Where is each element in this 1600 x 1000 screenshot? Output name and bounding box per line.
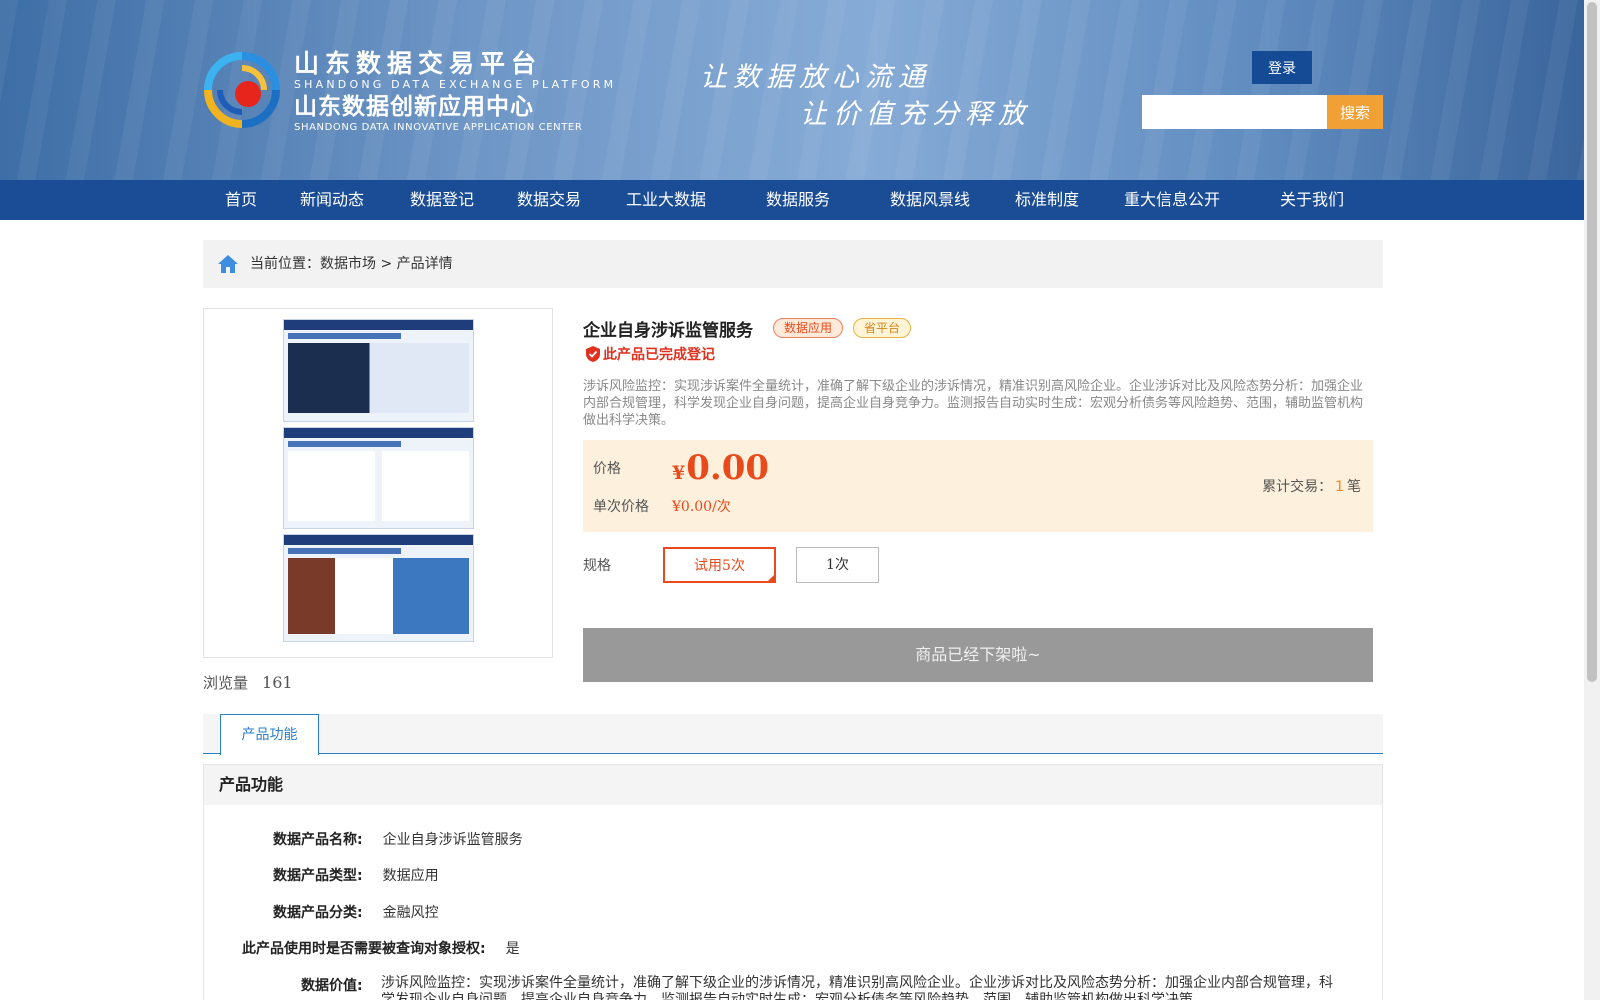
site-header: 山东数据交易平台 SHANDONG DATA EXCHANGE PLATFORM… bbox=[0, 0, 1584, 180]
page: { "header": { "brand_cn1": "山东数据交易平台", "… bbox=[0, 0, 1600, 1000]
brand-name-cn: 山东数据交易平台 bbox=[294, 49, 543, 78]
slogan-line-2: 让价值充分释放 bbox=[800, 99, 1031, 130]
platform-logo bbox=[204, 52, 280, 128]
product-title: 企业自身涉诉监管服务 bbox=[583, 321, 753, 341]
views-label: 浏览量 bbox=[203, 674, 249, 692]
nav-item-standards[interactable]: 标准制度 bbox=[1015, 180, 1079, 220]
total-trades-label: 累计交易： bbox=[1262, 479, 1333, 495]
page-scrollbar[interactable] bbox=[1584, 0, 1600, 1000]
unit-price-value: ¥0.00/次 bbox=[672, 499, 731, 515]
brand-name-en: SHANDONG DATA EXCHANGE PLATFORM bbox=[294, 78, 617, 91]
nav-item-home[interactable]: 首页 bbox=[225, 180, 257, 220]
registration-status: 此产品已完成登记 bbox=[586, 344, 715, 364]
slogan-line-1: 让数据放心流通 bbox=[700, 62, 931, 93]
preview-panel-1 bbox=[283, 319, 474, 422]
section-title: 产品功能 bbox=[204, 765, 1382, 805]
tab-product-features[interactable]: 产品功能 bbox=[220, 714, 319, 755]
spec-label: 规格 bbox=[583, 558, 611, 574]
nav-item-about[interactable]: 关于我们 bbox=[1280, 180, 1344, 220]
detail-key-authorization: 此产品使用时是否需要被查询对象授权: bbox=[242, 941, 486, 957]
registration-text: 此产品已完成登记 bbox=[603, 347, 715, 363]
product-features-section: 产品功能 数据产品名称: 企业自身涉诉监管服务 数据产品类型: 数据应用 数据产品分… bbox=[203, 764, 1383, 1000]
home-icon[interactable] bbox=[217, 254, 239, 274]
tag-data-application: 数据应用 bbox=[773, 318, 844, 338]
product-description: 涉诉风险监控：实现涉诉案件全量统计，准确了解下级企业的涉诉情况，精准识别高风险企… bbox=[583, 379, 1364, 428]
login-button[interactable]: 登录 bbox=[1252, 51, 1312, 84]
detail-row-authorization: 此产品使用时是否需要被查询对象授权: 是 bbox=[242, 938, 520, 958]
product-image[interactable] bbox=[203, 308, 553, 658]
price-amount: ¥0.00 bbox=[672, 448, 769, 488]
shield-check-icon bbox=[586, 346, 600, 362]
detail-value-authorization: 是 bbox=[505, 941, 520, 957]
breadcrumb: 当前位置：数据市场 > 产品详情 bbox=[203, 240, 1383, 288]
nav-item-news[interactable]: 新闻动态 bbox=[300, 180, 364, 220]
spec-option-single[interactable]: 1次 bbox=[796, 547, 879, 583]
total-trades-count: 1 bbox=[1335, 479, 1344, 495]
detail-value-type: 数据应用 bbox=[382, 868, 439, 884]
center-name-cn: 山东数据创新应用中心 bbox=[294, 94, 534, 120]
detail-value-text: 涉诉风险监控：实现涉诉案件全量统计，准确了解下级企业的涉诉情况，精准识别高风险企… bbox=[381, 975, 1333, 1000]
nav-item-data-services[interactable]: 数据服务 bbox=[766, 180, 830, 220]
breadcrumb-text: 当前位置：数据市场 > 产品详情 bbox=[250, 256, 453, 272]
preview-panel-2 bbox=[283, 427, 474, 529]
spec-option-trial[interactable]: 试用5次 bbox=[663, 547, 776, 583]
view-count: 浏览量 161 bbox=[203, 672, 293, 693]
detail-key-value: 数据价值: bbox=[301, 978, 363, 994]
brand-block: 山东数据交易平台 SHANDONG DATA EXCHANGE PLATFORM… bbox=[294, 50, 616, 134]
detail-key-category: 数据产品分类: bbox=[273, 905, 363, 921]
nav-item-industrial-data[interactable]: 工业大数据 bbox=[626, 180, 706, 220]
nav-item-data-scenery[interactable]: 数据风景线 bbox=[890, 180, 970, 220]
price-box: 价格 ¥0.00 单次价格 ¥0.00/次 累计交易： 1 笔 bbox=[583, 440, 1373, 532]
preview-panel-3 bbox=[283, 534, 474, 642]
price-label: 价格 bbox=[593, 461, 621, 477]
detail-row-type: 数据产品类型: 数据应用 bbox=[273, 865, 439, 885]
detail-value-name: 企业自身涉诉监管服务 bbox=[382, 832, 523, 848]
nav-item-disclosure[interactable]: 重大信息公开 bbox=[1124, 180, 1220, 220]
views-value: 161 bbox=[262, 673, 293, 692]
search-button[interactable]: 搜索 bbox=[1327, 95, 1383, 129]
scrollbar-thumb[interactable] bbox=[1587, 2, 1597, 682]
center-name-en: SHANDONG DATA INNOVATIVE APPLICATION CEN… bbox=[294, 122, 583, 133]
main-nav: 首页 新闻动态 数据登记 数据交易 工业大数据 数据服务 数据风景线 标准制度 … bbox=[0, 180, 1584, 220]
detail-row-name: 数据产品名称: 企业自身涉诉监管服务 bbox=[273, 829, 523, 849]
currency-symbol: ¥ bbox=[672, 462, 686, 484]
nav-item-registration[interactable]: 数据登记 bbox=[410, 180, 474, 220]
search-input[interactable] bbox=[1142, 95, 1327, 129]
price-value: 0.00 bbox=[686, 448, 770, 488]
nav-item-trading[interactable]: 数据交易 bbox=[517, 180, 581, 220]
detail-key-type: 数据产品类型: bbox=[273, 868, 363, 884]
detail-value-category: 金融风控 bbox=[382, 905, 439, 921]
detail-row-category: 数据产品分类: 金融风控 bbox=[273, 902, 439, 922]
off-shelf-button[interactable]: 商品已经下架啦~ bbox=[583, 628, 1373, 682]
unit-price-label: 单次价格 bbox=[593, 499, 649, 515]
total-trades: 累计交易： 1 笔 bbox=[1262, 476, 1361, 496]
detail-row-value-label: 数据价值: bbox=[301, 975, 363, 995]
tag-provincial-platform: 省平台 bbox=[853, 318, 912, 338]
tab-bar bbox=[203, 714, 1383, 754]
total-trades-unit: 笔 bbox=[1347, 479, 1361, 495]
detail-key-name: 数据产品名称: bbox=[273, 832, 363, 848]
